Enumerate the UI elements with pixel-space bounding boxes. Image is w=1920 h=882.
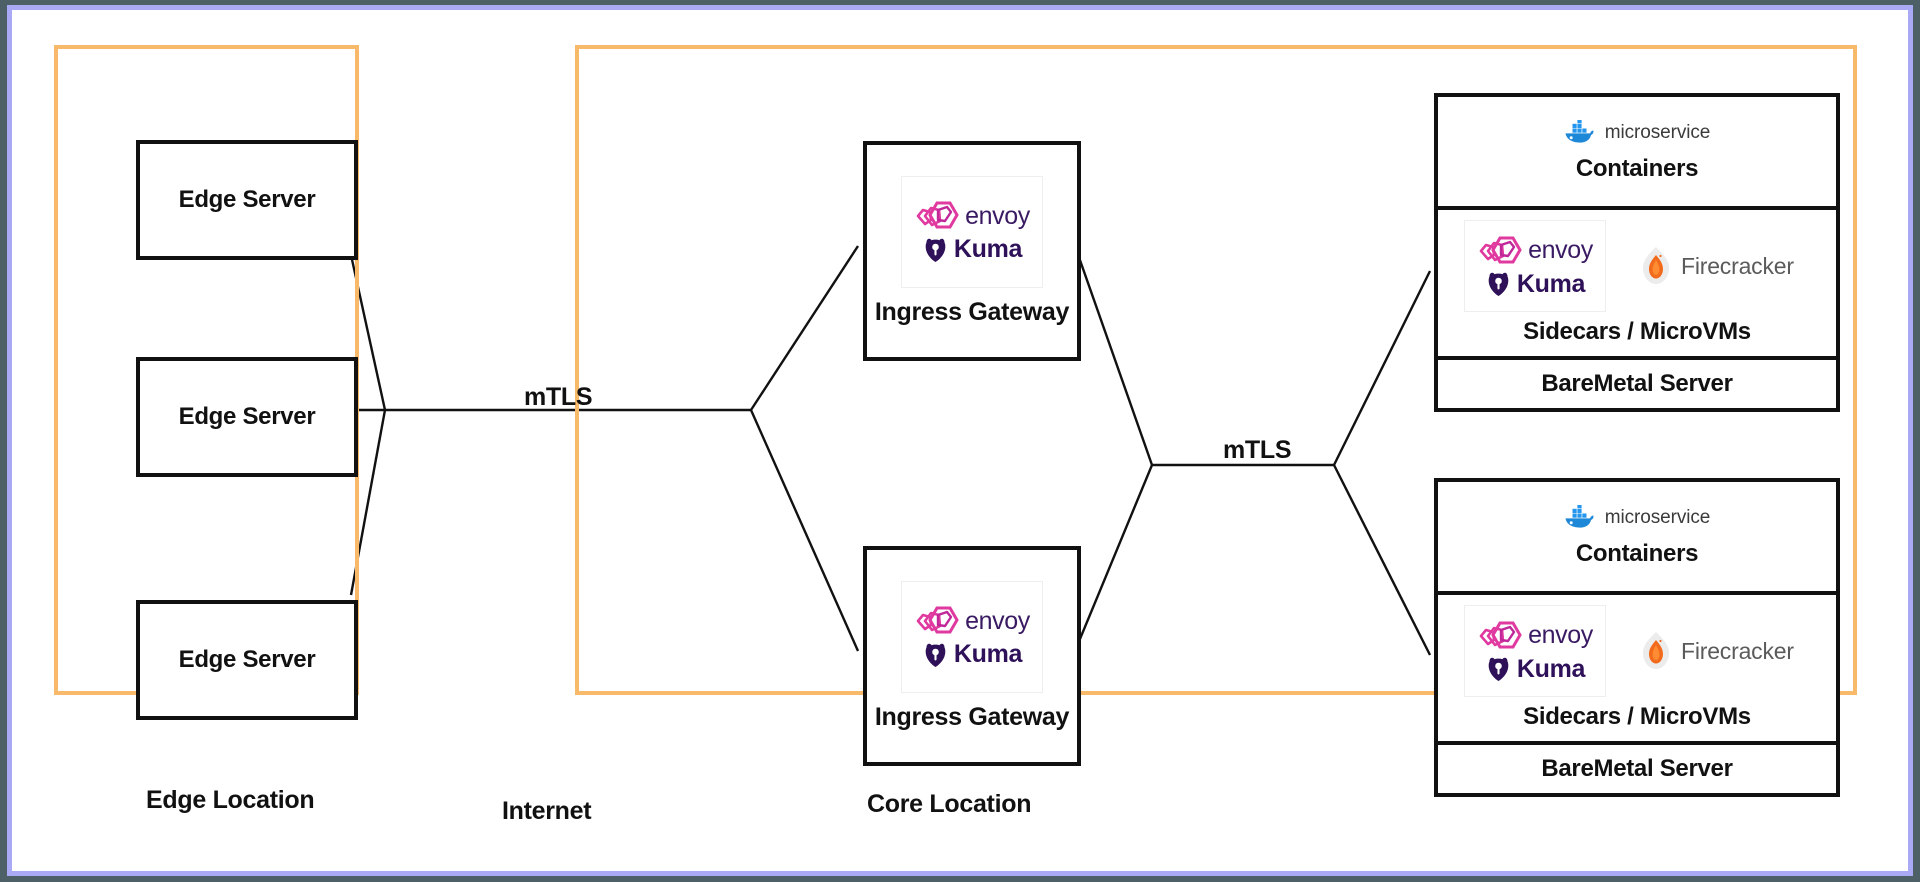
kuma-logo: Kuma	[1485, 270, 1585, 299]
sidecars-cell[interactable]: envoy Kuma Firecracker Sidecars / MicroV…	[1434, 206, 1840, 356]
edge-server-label: Edge Server	[178, 186, 316, 214]
kuma-wordmark: Kuma	[1516, 269, 1586, 298]
kuma-bear-icon	[925, 643, 946, 667]
envoy-hex-cube-icon	[1479, 621, 1522, 648]
internet-caption: Internet	[502, 797, 592, 825]
containers-title: Containers	[1575, 155, 1699, 182]
kuma-bear-icon	[1488, 657, 1509, 681]
sidecars-title: Sidecars / MicroVMs	[1523, 318, 1751, 345]
microservice-badge: microservice	[1564, 120, 1710, 145]
sidecars-logo-row: envoy Kuma Firecracker	[1438, 605, 1836, 697]
kuma-logo: Kuma	[922, 640, 1022, 669]
containers-cell[interactable]: microservice Containers	[1434, 93, 1840, 206]
edge-server-node[interactable]: Edge Server	[136, 357, 358, 477]
envoy-wordmark: envoy	[965, 201, 1030, 230]
baremetal-stack: microservice Containers envoy Kuma Firec…	[1434, 478, 1840, 797]
docker-whale-icon	[1565, 120, 1594, 143]
sidecars-cell[interactable]: envoy Kuma Firecracker Sidecars / MicroV…	[1434, 591, 1840, 741]
kuma-wordmark: Kuma	[953, 640, 1023, 668]
mtls-internet-label: mTLS	[524, 383, 593, 411]
microservice-label: microservice	[1604, 506, 1711, 528]
baremetal-title: BareMetal Server	[1541, 755, 1733, 782]
baremetal-cell[interactable]: BareMetal Server	[1434, 356, 1840, 412]
microservice-badge: microservice	[1564, 505, 1710, 530]
firecracker-logo: Firecracker	[1640, 631, 1794, 671]
envoy-hex-cube-icon	[916, 201, 959, 229]
edge-server-node[interactable]: Edge Server	[136, 140, 358, 260]
firecracker-wordmark: Firecracker	[1681, 252, 1794, 279]
firecracker-flame-icon	[1643, 632, 1669, 669]
ingress-gateway-label: Ingress Gateway	[874, 702, 1070, 731]
ingress-gateway-node[interactable]: envoy Kuma Ingress Gateway	[863, 546, 1081, 766]
baremetal-stack: microservice Containers envoy Kuma Firec…	[1434, 93, 1840, 412]
containers-cell[interactable]: microservice Containers	[1434, 478, 1840, 591]
envoy-wordmark: envoy	[965, 606, 1030, 635]
envoy-logo: envoy	[914, 199, 1030, 233]
kuma-bear-icon	[1488, 272, 1509, 296]
ingress-gateway-node[interactable]: envoy Kuma Ingress Gateway	[863, 141, 1081, 361]
envoy-kuma-logo-tile: envoy Kuma	[1464, 220, 1606, 312]
envoy-kuma-logo-tile: envoy Kuma	[901, 175, 1043, 288]
envoy-logo: envoy	[914, 604, 1030, 638]
edge-server-label: Edge Server	[178, 403, 316, 431]
envoy-kuma-logo-tile: envoy Kuma	[901, 580, 1043, 693]
firecracker-logo: Firecracker	[1640, 246, 1794, 286]
kuma-wordmark: Kuma	[1516, 654, 1586, 683]
kuma-logo: Kuma	[1485, 655, 1585, 684]
envoy-hex-cube-icon	[916, 606, 959, 634]
core-location-caption: Core Location	[867, 790, 1032, 818]
sidecars-logo-row: envoy Kuma Firecracker	[1438, 220, 1836, 312]
diagram-frame: Edge Server Edge Server Edge Server envo…	[7, 5, 1913, 876]
envoy-logo: envoy	[1477, 234, 1593, 268]
envoy-wordmark: envoy	[1528, 236, 1593, 264]
edge-server-node[interactable]: Edge Server	[136, 600, 358, 720]
containers-title: Containers	[1575, 540, 1699, 567]
diagram-stage: Edge Server Edge Server Edge Server envo…	[0, 0, 1920, 882]
mtls-core-label: mTLS	[1223, 436, 1292, 464]
edge-server-label: Edge Server	[178, 646, 316, 674]
kuma-wordmark: Kuma	[953, 235, 1023, 263]
envoy-hex-cube-icon	[1479, 236, 1522, 263]
docker-whale-icon	[1565, 505, 1594, 528]
edge-location-caption: Edge Location	[146, 786, 315, 814]
envoy-logo: envoy	[1477, 619, 1593, 653]
diagram-canvas: Edge Server Edge Server Edge Server envo…	[12, 10, 1908, 871]
envoy-kuma-logo-tile: envoy Kuma	[1464, 605, 1606, 697]
firecracker-flame-icon	[1643, 247, 1669, 284]
envoy-wordmark: envoy	[1528, 621, 1593, 649]
sidecars-title: Sidecars / MicroVMs	[1523, 703, 1751, 730]
baremetal-title: BareMetal Server	[1541, 370, 1733, 397]
kuma-logo: Kuma	[922, 235, 1022, 264]
firecracker-wordmark: Firecracker	[1681, 637, 1794, 664]
microservice-label: microservice	[1604, 121, 1711, 143]
baremetal-cell[interactable]: BareMetal Server	[1434, 741, 1840, 797]
ingress-gateway-label: Ingress Gateway	[874, 297, 1070, 326]
kuma-bear-icon	[925, 238, 946, 262]
